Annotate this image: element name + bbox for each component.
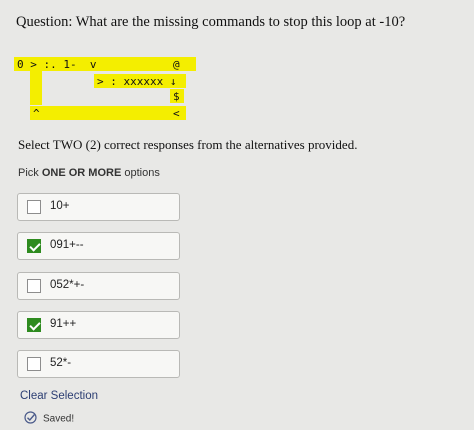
befunge-code: 0 > :. 1- v @ > : xxxxxx ↓ $ ^ < xyxy=(0,0,474,130)
option-5[interactable]: 52*- xyxy=(17,350,180,378)
pick-emphasis: ONE OR MORE xyxy=(41,167,122,179)
option-label: 52*- xyxy=(50,357,72,369)
saved-status: Saved! xyxy=(24,411,74,427)
option-1[interactable]: 10+ xyxy=(17,193,180,221)
saved-label: Saved! xyxy=(43,413,75,425)
pick-suffix: options xyxy=(121,167,160,179)
pick-prefix: Pick xyxy=(18,167,42,179)
instruction-text: Select TWO (2) correct responses from th… xyxy=(18,137,358,152)
code-highlight-row4 xyxy=(30,106,186,120)
option-4[interactable]: 91++ xyxy=(17,311,180,339)
code-row4-left: ^ xyxy=(33,107,40,120)
code-row2: > : xxxxxx ↓ xyxy=(97,75,177,88)
code-highlight-left-col xyxy=(30,71,42,105)
pick-hint: Pick ONE OR MORE options xyxy=(18,167,160,179)
option-label: 091+-- xyxy=(50,239,84,251)
option-label: 052*+- xyxy=(50,279,85,291)
option-label: 10+ xyxy=(50,200,70,212)
code-row1-right: @ xyxy=(173,58,180,71)
option-label: 91++ xyxy=(50,318,77,330)
code-row4-right: < xyxy=(173,107,180,120)
checkbox-icon[interactable] xyxy=(27,200,41,214)
checkbox-icon[interactable] xyxy=(27,279,41,293)
checkbox-checked-icon[interactable] xyxy=(27,239,41,253)
option-3[interactable]: 052*+- xyxy=(17,272,180,300)
code-row1-left: 0 > :. 1- v xyxy=(17,58,97,71)
code-row3: $ xyxy=(173,90,180,103)
checkbox-checked-icon[interactable] xyxy=(27,318,41,332)
clear-selection-link[interactable]: Clear Selection xyxy=(20,390,98,402)
checkbox-icon[interactable] xyxy=(27,357,41,371)
saved-check-icon xyxy=(24,411,37,427)
option-2[interactable]: 091+-- xyxy=(17,232,180,260)
